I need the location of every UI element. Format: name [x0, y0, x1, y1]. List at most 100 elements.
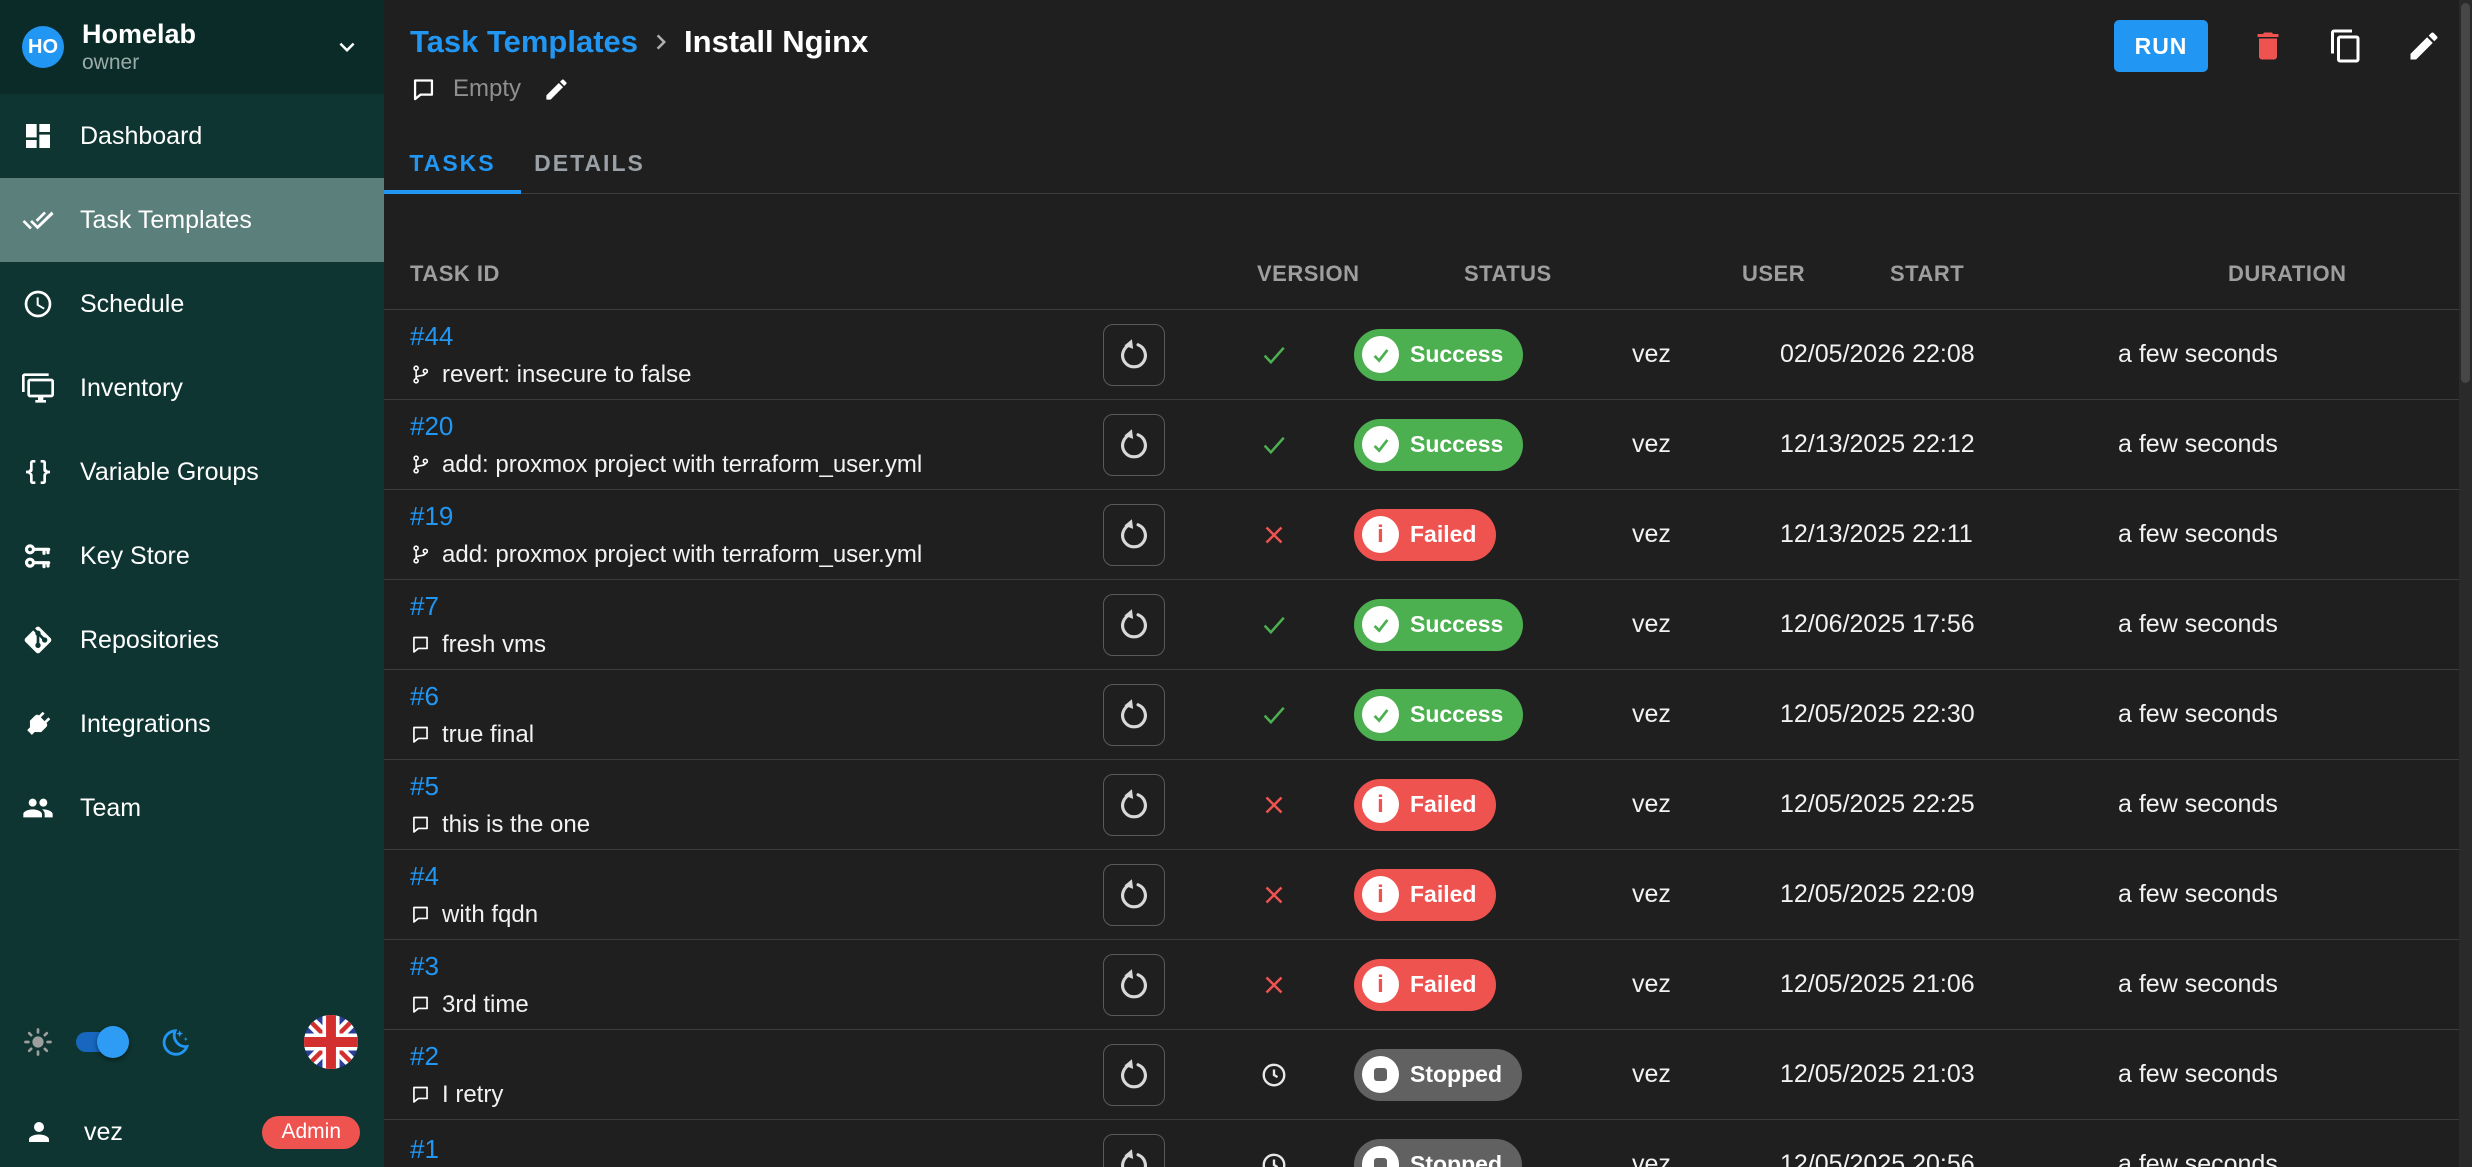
task-message: revert: insecure to false: [442, 361, 691, 389]
status-label: Stopped: [1410, 1061, 1502, 1088]
table-row: #44 revert: insecure to false Success ve…: [384, 310, 2472, 400]
retry-task-button[interactable]: [1103, 504, 1165, 566]
retry-task-button[interactable]: [1103, 594, 1165, 656]
task-start: 12/05/2025 22:09: [1780, 880, 1975, 908]
restart-icon: [1116, 697, 1152, 733]
task-id-link[interactable]: #3: [410, 951, 439, 982]
task-start: 12/05/2025 21:03: [1780, 1060, 1975, 1088]
retry-task-button[interactable]: [1103, 1044, 1165, 1106]
theme-row: [0, 1000, 384, 1084]
sidebar-item-dashboard[interactable]: Dashboard: [0, 94, 384, 178]
task-id-link[interactable]: #5: [410, 771, 439, 802]
task-message: with fqdn: [442, 901, 538, 929]
sidebar-item-key-store[interactable]: Key Store: [0, 514, 384, 598]
code-braces-icon: [22, 456, 54, 488]
status-label: Failed: [1410, 791, 1476, 818]
comment-icon: [410, 724, 431, 745]
pencil-icon: [543, 76, 570, 103]
table-header: TASK ID VERSION STATUS USER START DURATI…: [384, 194, 2472, 310]
task-user: vez: [1632, 1060, 1671, 1088]
sidebar-item-variable-groups[interactable]: Variable Groups: [0, 430, 384, 514]
scrollbar-thumb[interactable]: [2461, 3, 2470, 383]
sidebar-item-label: Schedule: [80, 290, 184, 319]
sidebar-item-label: Integrations: [80, 710, 211, 739]
task-message: this is the one: [442, 811, 590, 839]
sidebar-item-label: Inventory: [80, 374, 183, 403]
status-icon: [1362, 426, 1399, 463]
restart-icon: [1116, 1147, 1152, 1167]
sidebar-item-schedule[interactable]: Schedule: [0, 262, 384, 346]
task-duration: a few seconds: [2118, 430, 2278, 458]
toggle-knob: [97, 1026, 129, 1058]
col-task-id: TASK ID: [410, 261, 1074, 287]
sidebar-item-repositories[interactable]: Repositories: [0, 598, 384, 682]
tab-tasks[interactable]: TASKS: [384, 133, 521, 193]
language-flag-uk[interactable]: [304, 1015, 358, 1069]
sidebar-item-inventory[interactable]: Inventory: [0, 346, 384, 430]
task-start: 12/13/2025 22:12: [1780, 430, 1975, 458]
status-badge: Success: [1354, 689, 1523, 741]
status-label: Success: [1410, 341, 1503, 368]
retry-task-button[interactable]: [1103, 774, 1165, 836]
version-status-icon: [1259, 430, 1289, 460]
retry-task-button[interactable]: [1103, 684, 1165, 746]
sidebar-item-label: Task Templates: [80, 206, 252, 235]
dark-mode-toggle[interactable]: [76, 1032, 122, 1052]
status-badge: i Failed: [1354, 869, 1496, 921]
restart-icon: [1116, 1057, 1152, 1093]
status-label: Success: [1410, 611, 1503, 638]
task-id-link[interactable]: #20: [410, 411, 453, 442]
delete-template-button[interactable]: [2250, 28, 2286, 64]
retry-task-button[interactable]: [1103, 324, 1165, 386]
retry-task-button[interactable]: [1103, 414, 1165, 476]
version-status-icon: [1259, 880, 1289, 910]
task-id-link[interactable]: #44: [410, 321, 453, 352]
retry-task-button[interactable]: [1103, 954, 1165, 1016]
task-message: add: proxmox project with terraform_user…: [442, 541, 922, 569]
sidebar-item-label: Repositories: [80, 626, 219, 655]
chevron-down-icon: [332, 32, 362, 62]
scrollbar[interactable]: [2459, 0, 2472, 1167]
copy-template-button[interactable]: [2328, 28, 2364, 64]
task-message: true final: [442, 721, 534, 749]
branch-icon: [410, 364, 431, 385]
table-row: #3 3rd time i Failed vez 12/05/2025 21:0…: [384, 940, 2472, 1030]
task-start: 12/05/2025 22:25: [1780, 790, 1975, 818]
status-label: Stopped: [1410, 1151, 1502, 1167]
restart-icon: [1116, 877, 1152, 913]
sidebar-item-task-templates[interactable]: Task Templates: [0, 178, 384, 262]
task-id-link[interactable]: #1: [410, 1134, 439, 1165]
status-badge: Stopped: [1354, 1139, 1522, 1167]
retry-task-button[interactable]: [1103, 864, 1165, 926]
breadcrumb-parent-link[interactable]: Task Templates: [410, 24, 638, 60]
project-switcher[interactable]: HO Homelab owner: [0, 0, 384, 94]
task-id-link[interactable]: #2: [410, 1041, 439, 1072]
task-id-link[interactable]: #6: [410, 681, 439, 712]
tab-details[interactable]: DETAILS: [521, 133, 658, 193]
template-description-row: Empty: [410, 72, 2472, 106]
task-user: vez: [1632, 970, 1671, 998]
status-label: Failed: [1410, 881, 1476, 908]
task-id-link[interactable]: #7: [410, 591, 439, 622]
task-message: fresh vms: [442, 631, 546, 659]
task-id-link[interactable]: #4: [410, 861, 439, 892]
page-title: Install Nginx: [684, 24, 868, 60]
sidebar-item-team[interactable]: Team: [0, 766, 384, 850]
task-id-link[interactable]: #19: [410, 501, 453, 532]
edit-template-button[interactable]: [2406, 28, 2442, 64]
template-description: Empty: [453, 75, 521, 103]
version-status-icon: [1259, 970, 1289, 1000]
status-badge: i Failed: [1354, 959, 1496, 1011]
run-button[interactable]: RUN: [2114, 20, 2208, 72]
sidebar-item-integrations[interactable]: Integrations: [0, 682, 384, 766]
task-user: vez: [1632, 610, 1671, 638]
edit-description-button[interactable]: [543, 76, 570, 103]
status-icon: [1362, 606, 1399, 643]
comment-icon: [410, 904, 431, 925]
user-menu[interactable]: vez Admin: [0, 1097, 384, 1167]
retry-task-button[interactable]: [1103, 1134, 1165, 1167]
main-content: Task Templates Install Nginx RUN Empty: [384, 0, 2472, 1167]
status-icon: [1362, 336, 1399, 373]
task-start: 12/05/2025 22:30: [1780, 700, 1975, 728]
restart-icon: [1116, 427, 1152, 463]
